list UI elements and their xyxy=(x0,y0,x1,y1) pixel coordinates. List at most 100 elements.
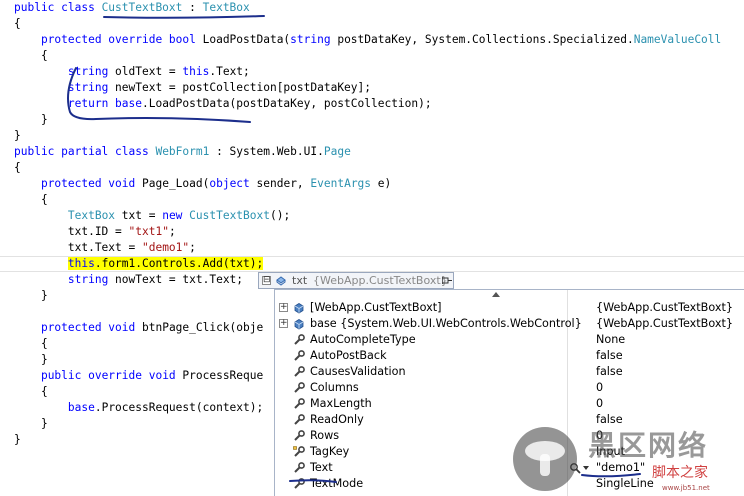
code-token: string xyxy=(290,33,338,46)
property-icon xyxy=(294,366,305,377)
code-token: protected override bool xyxy=(40,33,203,46)
code-line[interactable]: base.ProcessRequest(context); xyxy=(14,400,263,416)
property-name: CausesValidation xyxy=(310,365,406,378)
code-token: "txt1" xyxy=(128,225,169,238)
code-token: (); xyxy=(269,209,291,222)
property-icon xyxy=(294,382,305,393)
field-icon xyxy=(276,276,286,286)
code-token: } xyxy=(14,289,48,302)
property-row[interactable]: AutoCompleteType None xyxy=(275,332,744,348)
code-line[interactable]: } xyxy=(14,432,21,448)
property-name: Text xyxy=(310,461,333,474)
code-line[interactable]: { xyxy=(14,48,48,64)
datatip-header[interactable]: ⊟ txt {WebApp.CustTextBoxt} xyxy=(258,272,454,289)
code-token: { xyxy=(14,17,21,30)
code-token: return base xyxy=(67,97,142,110)
class-icon xyxy=(294,303,304,314)
code-token: e) xyxy=(371,177,392,190)
code-line[interactable]: public partial class WebForm1 : System.W… xyxy=(14,144,351,160)
code-line[interactable]: { xyxy=(14,336,48,352)
code-token: CustTextBoxt xyxy=(189,209,270,222)
property-name: Columns xyxy=(310,381,359,394)
code-line[interactable]: public class CustTextBoxt : TextBox xyxy=(14,0,250,16)
property-value: None xyxy=(596,333,626,346)
property-row[interactable]: + [WebApp.CustTextBoxt] {WebApp.CustTextBo… xyxy=(275,300,744,316)
code-token: protected void xyxy=(40,321,142,334)
code-token: this xyxy=(182,65,210,78)
code-token: WebForm1 xyxy=(155,145,210,158)
code-line[interactable]: return base.LoadPostData(postDataKey, po… xyxy=(14,96,432,112)
property-name: AutoCompleteType xyxy=(310,333,416,346)
code-line[interactable]: { xyxy=(14,384,48,400)
expand-icon[interactable]: + xyxy=(279,319,288,328)
code-token: { xyxy=(14,385,48,398)
property-row[interactable]: CausesValidation false xyxy=(275,364,744,380)
code-token: } xyxy=(14,417,48,430)
code-token: { xyxy=(14,337,48,350)
property-row[interactable]: AutoPostBack false xyxy=(275,348,744,364)
code-token: "demo1" xyxy=(141,241,190,254)
code-line[interactable]: { xyxy=(14,192,48,208)
code-line[interactable]: public override void ProcessReque xyxy=(14,368,263,384)
code-token: } xyxy=(14,353,48,366)
code-token: newText = postCollection[postDataKey]; xyxy=(115,81,371,94)
code-line[interactable]: } xyxy=(14,288,48,304)
code-line[interactable]: txt.ID = "txt1"; xyxy=(14,224,176,240)
code-line[interactable]: string newText = postCollection[postData… xyxy=(14,80,371,96)
property-name: ReadOnly xyxy=(310,413,364,426)
property-value: 0 xyxy=(596,381,604,394)
code-token: oldText = xyxy=(115,65,183,78)
collapse-icon[interactable]: ⊟ xyxy=(262,276,271,285)
code-token: string xyxy=(67,273,116,286)
code-token: : xyxy=(182,1,203,14)
code-line[interactable]: TextBox txt = new CustTextBoxt(); xyxy=(14,208,290,224)
property-row[interactable]: Columns 0 xyxy=(275,380,744,396)
code-line[interactable]: { xyxy=(14,160,21,176)
code-token: postDataKey, System.Collections.Speciali… xyxy=(337,33,634,46)
code-token: public class xyxy=(14,1,102,14)
expand-icon[interactable]: + xyxy=(279,303,288,312)
code-line[interactable]: } xyxy=(14,112,48,128)
property-name: base {System.Web.UI.WebControls.WebContr… xyxy=(310,317,582,330)
code-token: object xyxy=(209,177,257,190)
code-line[interactable]: } xyxy=(14,128,21,144)
code-token: btnPage_Click(obje xyxy=(142,321,264,334)
code-token: Page_Load( xyxy=(142,177,210,190)
code-line[interactable]: { xyxy=(14,16,21,32)
code-line[interactable]: } xyxy=(14,352,48,368)
pin-icon[interactable] xyxy=(442,276,452,285)
property-row[interactable]: + base {System.Web.UI.WebControls.WebCont… xyxy=(275,316,744,332)
code-token: { xyxy=(14,193,48,206)
property-name: TextMode xyxy=(310,477,364,490)
scroll-up-arrow-icon[interactable] xyxy=(492,292,500,297)
code-line[interactable]: } xyxy=(14,416,48,432)
code-token: new xyxy=(162,209,190,222)
code-token: base xyxy=(67,401,95,414)
code-line[interactable]: protected void btnPage_Click(obje xyxy=(14,320,263,336)
code-token: { xyxy=(14,161,21,174)
code-line[interactable]: protected void Page_Load(object sender, … xyxy=(14,176,391,192)
code-line[interactable]: txt.Text = "demo1"; xyxy=(14,240,196,256)
code-token: .ProcessRequest(context); xyxy=(94,401,264,414)
code-line[interactable]: string oldText = this.Text; xyxy=(14,64,250,80)
code-token: txt.ID = xyxy=(14,225,129,238)
code-token: string xyxy=(67,65,116,78)
code-line[interactable]: protected override bool LoadPostData(str… xyxy=(14,32,721,48)
code-token: txt = xyxy=(115,209,163,222)
property-row[interactable]: MaxLength 0 xyxy=(275,396,744,412)
property-value: false xyxy=(596,349,623,362)
code-line[interactable]: string nowText = txt.Text; xyxy=(14,272,243,288)
watermark-url: www.jb51.net xyxy=(662,484,710,492)
property-icon xyxy=(294,462,305,473)
code-token: string xyxy=(67,81,116,94)
code-line[interactable]: this.form1.Controls.Add(txt); xyxy=(14,256,264,272)
code-token: ProcessReque xyxy=(182,369,264,382)
protected-property-icon xyxy=(293,446,305,457)
